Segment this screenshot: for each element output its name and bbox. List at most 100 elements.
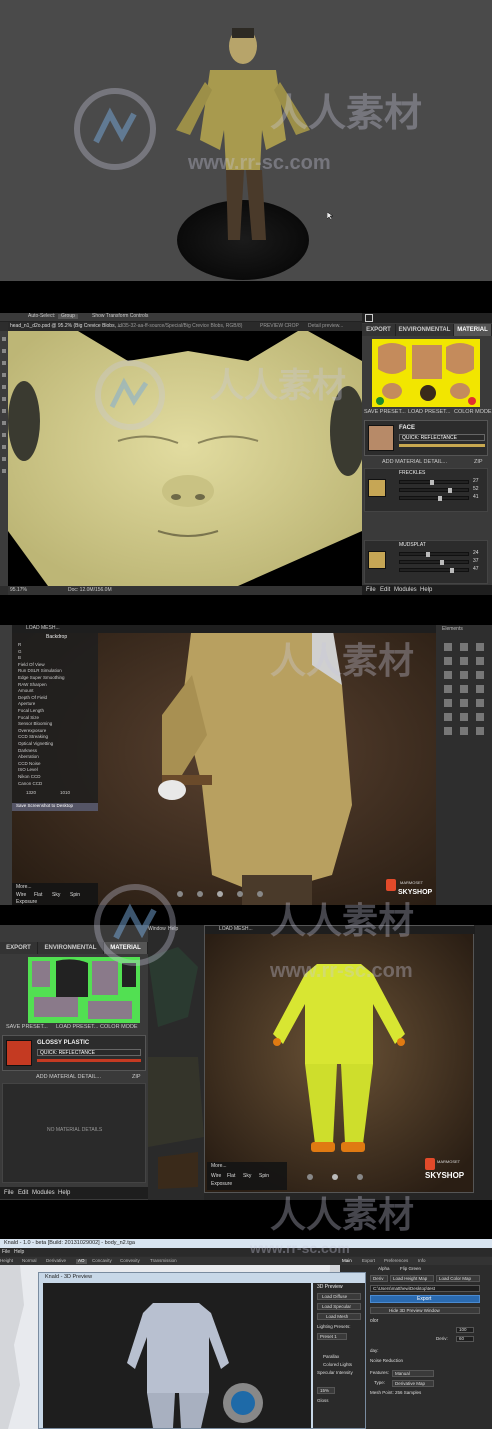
material-preview[interactable]: [372, 339, 480, 407]
load-height-map-button[interactable]: Load Height Map: [390, 1275, 434, 1282]
view-flat-2[interactable]: Flat: [227, 1174, 235, 1179]
knald-tab-preferences[interactable]: Preferences: [384, 1258, 408, 1264]
load-height-map-label: Load Height Map: [393, 1276, 428, 1281]
more-button-2[interactable]: More...: [211, 1164, 227, 1169]
save-screenshot-button[interactable]: Save Screenshot to Desktop: [16, 803, 73, 809]
color-mode-checkbox[interactable]: COLOR MODE: [454, 409, 492, 416]
preset-select[interactable]: Preset 1: [317, 1333, 347, 1340]
mudsplat-swatch[interactable]: [368, 551, 386, 569]
material-type-select-2[interactable]: QUICK: REFLECTANCE: [40, 1051, 95, 1056]
load-mesh-button[interactable]: LOAD MESH...: [26, 626, 60, 631]
view-spin-2[interactable]: Spin: [259, 1174, 269, 1179]
doc-tab-2[interactable]: id/35-32-aa-ff-source/Special/Big Crevic…: [118, 324, 242, 329]
material-row-2[interactable]: GLOSSY PLASTIC QUICK: REFLECTANCE: [2, 1035, 146, 1071]
face-swatch[interactable]: [368, 425, 394, 451]
marmoset-logo-icon: [365, 314, 373, 322]
view-flat[interactable]: Flat: [34, 893, 42, 898]
knald-tab-derivative[interactable]: Derivative: [46, 1258, 66, 1264]
view-sky-2[interactable]: Sky: [243, 1174, 251, 1179]
glossy-plastic-swatch[interactable]: [6, 1040, 32, 1066]
deriv-button[interactable]: Deriv: [370, 1275, 388, 1282]
type-select[interactable]: Derivative Map: [392, 1380, 434, 1387]
save-preset-button-2[interactable]: SAVE PRESET...: [6, 1024, 48, 1031]
doc-tab-3[interactable]: PREVIEW CROP: [260, 324, 299, 329]
intensity-input[interactable]: 100: [456, 1327, 474, 1333]
freckles-swatch[interactable]: [368, 479, 386, 497]
ps-doc-tabs: head_n1_d2o.psd @ 95.2% (Big Crevice Blo…: [8, 322, 362, 331]
load-mesh-button-2[interactable]: LOAD MESH...: [219, 927, 253, 932]
colored-lights-checkbox[interactable]: Colored Lights: [323, 1362, 352, 1368]
add-material-detail-button-2[interactable]: ADD MATERIAL DETAIL...: [36, 1074, 101, 1081]
noise-reduction-checkbox[interactable]: Noise Reduction: [370, 1358, 403, 1364]
view-sky[interactable]: Sky: [52, 893, 60, 898]
view-spin[interactable]: Spin: [70, 893, 80, 898]
freckles-slider-3[interactable]: [399, 496, 469, 501]
knald-tab-normal[interactable]: Normal: [22, 1258, 37, 1264]
mudsplat-slider-3[interactable]: [399, 568, 469, 573]
knald-tab-main[interactable]: Main: [342, 1258, 352, 1264]
save-preset-button[interactable]: SAVE PRESET...: [364, 409, 406, 416]
setting-label: CCD Noise: [18, 760, 41, 766]
view-wire[interactable]: Wire: [16, 893, 26, 898]
deriv-input[interactable]: 60: [456, 1336, 474, 1342]
material-type-select[interactable]: QUICK: REFLECTANCE: [402, 436, 457, 441]
tab-material[interactable]: MATERIAL: [454, 324, 492, 336]
doc-tab-active[interactable]: head_n1_d2o.psd @ 95.2% (Big Crevice Blo…: [10, 324, 122, 329]
group-select[interactable]: Group: [58, 314, 78, 319]
preview-viewport[interactable]: [43, 1283, 311, 1428]
freckles-slider-2[interactable]: [399, 488, 469, 493]
menu-help-2[interactable]: Help: [58, 1190, 70, 1196]
load-preset-button[interactable]: LOAD PRESET...: [408, 409, 451, 416]
menu-edit[interactable]: Edit: [380, 587, 390, 593]
knald-menu-help[interactable]: Help: [14, 1249, 24, 1255]
export-path-input[interactable]: C:\Users\matthew\Desktop\test: [370, 1285, 480, 1292]
load-preset-button-2[interactable]: LOAD PRESET...: [56, 1024, 99, 1031]
knald-tab-convexity[interactable]: Convexity: [120, 1258, 140, 1264]
load-specular-button[interactable]: Load Specular: [317, 1303, 361, 1310]
knald-tab-height[interactable]: Height: [0, 1258, 13, 1264]
flip-green-checkbox[interactable]: Flip Green: [400, 1266, 421, 1272]
doc-tab-4[interactable]: Detail preview...: [308, 324, 343, 329]
knald-tab-transmission[interactable]: Transmission: [150, 1258, 177, 1264]
zip-button-2[interactable]: ZIP: [132, 1074, 141, 1081]
load-diffuse-button[interactable]: Load Diffuse: [317, 1293, 361, 1300]
marmoset-suit-panel: EXPORT ENVIRONMENTAL MATERIAL SAVE PRESE…: [0, 925, 492, 1200]
menu-modules-2[interactable]: Modules: [32, 1190, 55, 1196]
menu-help[interactable]: Help: [420, 587, 432, 593]
setting-label: Aperture: [18, 701, 36, 707]
knald-tab-concavity[interactable]: Concavity: [92, 1258, 112, 1264]
menu-file[interactable]: File: [366, 587, 376, 593]
zip-button[interactable]: ZIP: [474, 459, 483, 466]
tab-environmental[interactable]: ENVIRONMENTAL: [396, 324, 454, 336]
menu-modules[interactable]: Modules: [394, 587, 417, 593]
export-button[interactable]: Export: [370, 1295, 480, 1303]
color-mode-checkbox-2[interactable]: COLOR MODE: [100, 1024, 138, 1031]
detail-mudsplat[interactable]: MUDSPLAT 24 37 47: [364, 540, 488, 584]
material-row[interactable]: FACE QUICK: REFLECTANCE: [364, 420, 488, 456]
tab-bar: EXPORT ENVIRONMENTAL MATERIAL: [362, 324, 492, 336]
parallax-checkbox[interactable]: Parallax: [323, 1354, 339, 1360]
alpha-checkbox[interactable]: Alpha: [378, 1266, 390, 1272]
add-material-detail-button[interactable]: ADD MATERIAL DETAIL...: [382, 459, 447, 466]
detail-freckles[interactable]: FRECKLES 27 52 41: [364, 468, 488, 512]
knald-tab-info[interactable]: Info: [418, 1258, 426, 1264]
freckles-slider-1[interactable]: [399, 480, 469, 485]
hide-preview-button[interactable]: Hide 3D Preview Window: [370, 1307, 480, 1314]
tab-export[interactable]: EXPORT: [362, 324, 396, 336]
setting-label: Darkness: [18, 747, 38, 753]
mudsplat-slider-2[interactable]: [399, 560, 469, 565]
load-mesh-button-3[interactable]: Load Mesh: [317, 1313, 361, 1320]
knald-menu-file[interactable]: File: [2, 1249, 10, 1255]
load-color-map-button[interactable]: Load Color Map: [436, 1275, 480, 1282]
knald-tab-export[interactable]: Export: [362, 1258, 375, 1264]
menu-file-2[interactable]: File: [4, 1190, 14, 1196]
specular-intensity-input[interactable]: 15%: [317, 1387, 335, 1394]
transform-controls-checkbox[interactable]: Show Transform Controls: [92, 314, 148, 319]
view-wire-2[interactable]: Wire: [211, 1174, 221, 1179]
knald-tab-ao[interactable]: AO: [76, 1258, 87, 1264]
mudsplat-slider-1[interactable]: [399, 552, 469, 557]
menu-edit-2[interactable]: Edit: [18, 1190, 28, 1196]
features-select[interactable]: Manual: [392, 1370, 434, 1377]
more-button[interactable]: More...: [16, 885, 32, 890]
tab-export-2[interactable]: EXPORT: [0, 942, 38, 954]
